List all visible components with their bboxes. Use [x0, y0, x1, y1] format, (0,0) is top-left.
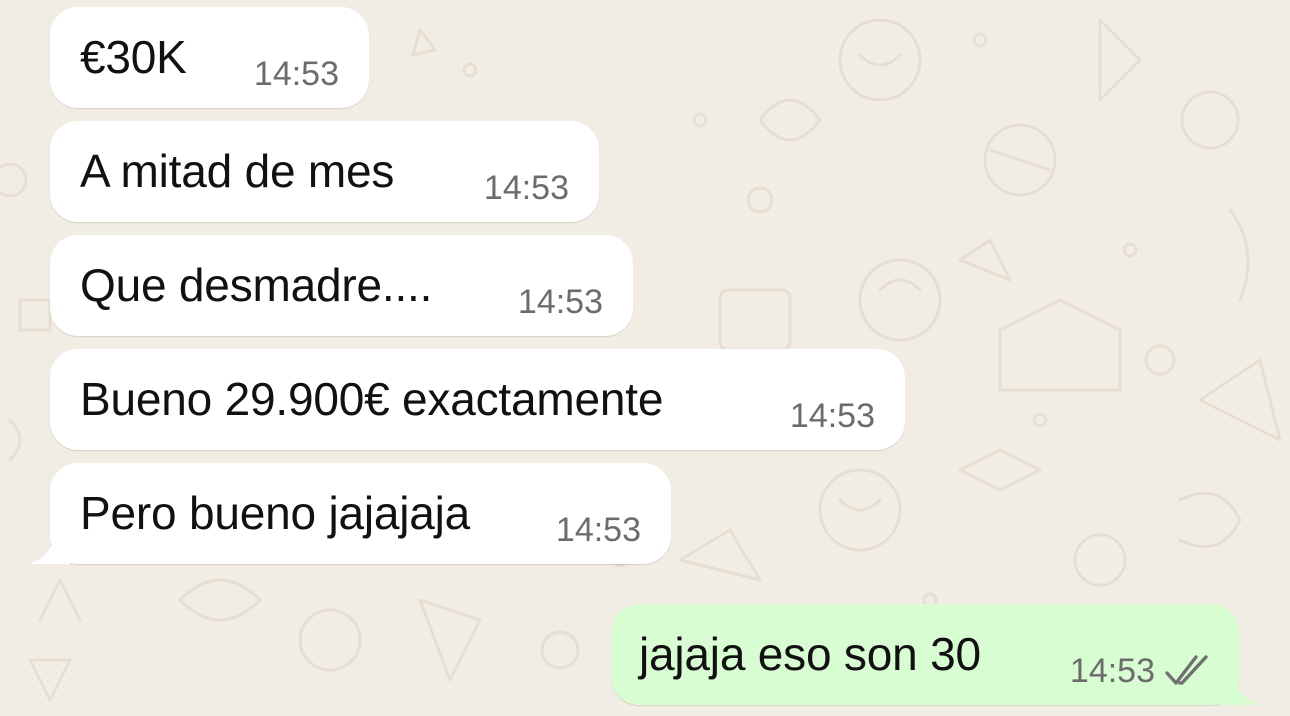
message-timestamp: 14:53 — [517, 283, 603, 321]
message-text: jajaja eso son 30 — [639, 628, 981, 680]
message-text: Pero bueno jajajaja — [80, 487, 471, 539]
message-bubble-outgoing[interactable]: jajaja eso son 30 14:53 — [611, 604, 1239, 705]
message-bubble-incoming[interactable]: Bueno 29.900€ exactamente 14:53 — [50, 349, 905, 450]
message-timestamp: 14:53 — [789, 397, 875, 435]
message-text: Bueno 29.900€ exactamente — [80, 373, 664, 425]
message-text: €30K — [80, 31, 187, 83]
chat-message-list[interactable]: €30K 14:53 A mitad de mes 14:53 Que desm… — [0, 0, 1290, 716]
message-bubble-incoming[interactable]: Que desmadre.... 14:53 — [50, 235, 633, 336]
message-text: A mitad de mes — [80, 145, 395, 197]
message-bubble-incoming[interactable]: A mitad de mes 14:53 — [50, 121, 599, 222]
message-bubble-incoming[interactable]: Pero bueno jajajaja 14:53 — [50, 463, 671, 564]
message-bubble-incoming[interactable]: €30K 14:53 — [50, 7, 369, 108]
message-timestamp: 14:53 — [555, 511, 641, 549]
message-timestamp: 14:53 — [1069, 652, 1155, 690]
message-text: Que desmadre.... — [80, 259, 433, 311]
message-timestamp: 14:53 — [483, 169, 569, 207]
message-timestamp: 14:53 — [253, 55, 339, 93]
double-check-read-icon — [1165, 655, 1208, 685]
